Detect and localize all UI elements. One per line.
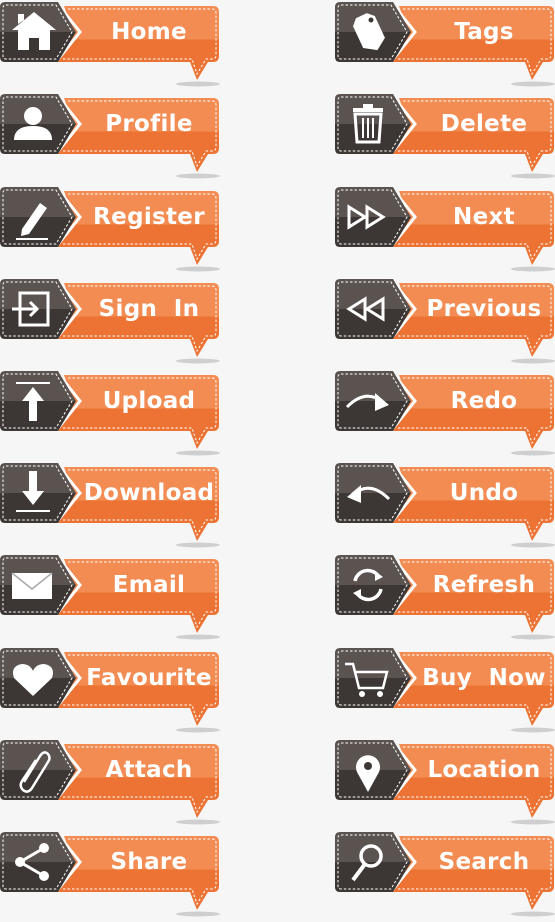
button-delete[interactable]: Delete — [335, 92, 555, 184]
rewind-icon — [346, 296, 385, 322]
sign-in-icon — [12, 291, 50, 327]
upload-icon — [16, 382, 50, 421]
button-favourite[interactable]: Favourite — [0, 646, 222, 738]
button-redo[interactable]: Redo — [335, 369, 555, 461]
pencil-icon — [16, 203, 48, 240]
trash-icon — [353, 104, 383, 144]
button-label: Attach — [105, 757, 193, 783]
cart-icon — [345, 662, 389, 697]
button-refresh[interactable]: Refresh — [335, 553, 555, 645]
button-tags[interactable]: Tags — [335, 0, 555, 92]
envelope-icon — [11, 572, 53, 599]
button-label: Delete — [440, 111, 528, 137]
home-icon — [12, 12, 56, 50]
button-label: Buy Now — [422, 665, 546, 691]
heart-icon — [13, 664, 53, 696]
button-label: Previous — [426, 296, 542, 322]
button-attach[interactable]: Attach — [0, 738, 222, 830]
button-location[interactable]: Location — [335, 738, 555, 830]
button-sign-in[interactable]: Sign In — [0, 277, 222, 369]
button-search[interactable]: Search — [335, 830, 555, 922]
button-label: Download — [83, 480, 215, 506]
redo-icon — [345, 393, 389, 411]
button-register[interactable]: Register — [0, 185, 222, 277]
download-icon — [16, 471, 50, 512]
button-label: Favourite — [86, 665, 212, 691]
button-home[interactable]: Home — [0, 0, 222, 92]
button-label: Register — [93, 204, 205, 230]
button-buy-now[interactable]: Buy Now — [335, 646, 555, 738]
user-icon — [14, 107, 52, 140]
button-label: Refresh — [432, 572, 536, 598]
search-icon — [351, 844, 383, 882]
button-profile[interactable]: Profile — [0, 92, 222, 184]
button-label: Profile — [105, 111, 193, 137]
paperclip-icon — [19, 751, 51, 793]
button-label: Redo — [450, 388, 518, 414]
button-label: Email — [112, 572, 186, 598]
button-label: Tags — [454, 19, 514, 45]
button-undo[interactable]: Undo — [335, 461, 555, 553]
undo-icon — [347, 485, 391, 503]
button-share[interactable]: Share — [0, 830, 222, 922]
button-label: Upload — [102, 388, 196, 414]
tag-icon — [353, 13, 385, 51]
location-pin-icon — [356, 755, 380, 792]
fast-forward-icon — [347, 204, 386, 230]
button-label: Search — [438, 849, 530, 875]
button-previous[interactable]: Previous — [335, 277, 555, 369]
button-label: Next — [453, 204, 515, 230]
button-download[interactable]: Download — [0, 461, 222, 553]
refresh-icon — [353, 568, 383, 602]
share-icon — [15, 843, 49, 881]
button-label: Home — [111, 19, 187, 45]
button-label: Undo — [449, 480, 519, 506]
button-label: Location — [427, 757, 541, 783]
button-email[interactable]: Email — [0, 553, 222, 645]
button-label: Sign In — [98, 296, 200, 322]
button-next[interactable]: Next — [335, 185, 555, 277]
button-upload[interactable]: Upload — [0, 369, 222, 461]
button-label: Share — [110, 849, 188, 875]
